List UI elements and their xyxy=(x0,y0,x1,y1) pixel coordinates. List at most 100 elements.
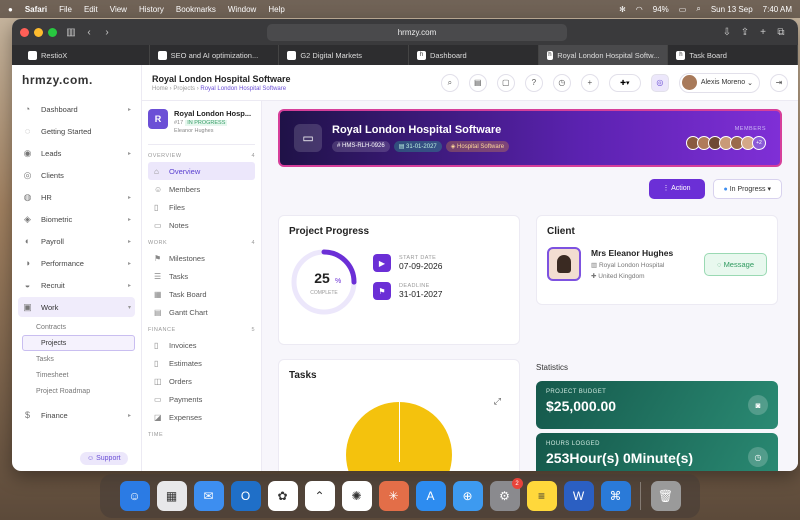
sidebar-item-clients[interactable]: ◎ Clients xyxy=(18,165,135,185)
sidebar-item-biometric[interactable]: ◈ Biometric ▸ xyxy=(18,209,135,229)
nav-notes[interactable]: ▭ Notes xyxy=(148,216,255,234)
battery-label[interactable]: 94% xyxy=(653,5,669,14)
notes-icon[interactable]: ≡ xyxy=(526,481,557,511)
project-id: #17 xyxy=(174,120,184,126)
sidebar-sub-tasks[interactable]: Tasks xyxy=(18,351,135,367)
calendar-icon[interactable]: ▤ xyxy=(468,73,487,92)
back-icon[interactable]: ‹ xyxy=(80,24,98,40)
mail-icon[interactable]: ✉ xyxy=(193,481,224,511)
nav-task-board[interactable]: ▦ Task Board xyxy=(148,285,255,303)
nav-tasks[interactable]: ☰ Tasks xyxy=(148,267,255,285)
zoom-window-button[interactable] xyxy=(48,27,57,37)
finder-icon[interactable]: ☺ xyxy=(119,481,150,511)
tab-task-board[interactable]: h Task Board xyxy=(668,45,798,65)
menu-app[interactable]: Safari xyxy=(25,5,47,14)
outlook-icon[interactable]: O xyxy=(230,481,261,511)
trash-icon[interactable]: 🗑 xyxy=(650,481,681,511)
expand-icon[interactable]: ⤢ xyxy=(494,396,501,407)
battery-icon[interactable]: ▭ xyxy=(679,5,687,14)
status-dropdown[interactable]: ● In Progress ▾ xyxy=(712,179,782,199)
menu-window[interactable]: Window xyxy=(228,5,256,14)
sidebar-sub-projects[interactable]: Projects xyxy=(22,335,135,351)
sidebar-item-payroll[interactable]: ◐ Payroll ▸ xyxy=(18,231,135,251)
tab-royal-london[interactable]: h Royal London Hospital Softw... xyxy=(538,45,669,65)
action-button[interactable]: ⋮ Action xyxy=(648,179,705,199)
menu-bookmarks[interactable]: Bookmarks xyxy=(176,5,216,14)
nav-gantt[interactable]: ▤ Gantt Chart xyxy=(148,303,255,321)
nav-orders[interactable]: ◫ Orders xyxy=(148,372,255,390)
support-button[interactable]: ☺ Support xyxy=(80,452,128,465)
wifi-icon[interactable]: ◠ xyxy=(636,5,643,14)
sidebar-item-performance[interactable]: ◑ Performance ▸ xyxy=(18,253,135,273)
control-icon[interactable]: ✻ xyxy=(619,5,626,14)
photos-icon[interactable]: ✿ xyxy=(267,481,298,511)
nav-overview[interactable]: ⌂ Overview xyxy=(148,162,255,180)
tab-dashboard[interactable]: h Dashboard xyxy=(409,45,539,65)
nav-files[interactable]: ▯ Files xyxy=(148,198,255,216)
nav-members[interactable]: ☺ Members xyxy=(148,180,255,198)
add-icon[interactable]: + xyxy=(580,73,599,92)
clickup-icon[interactable]: ⌃ xyxy=(304,481,335,511)
breadcrumb-projects[interactable]: Projects xyxy=(173,86,195,92)
settings-icon[interactable]: ⚙ 2 xyxy=(489,478,523,511)
address-bar[interactable]: hrmzy.com xyxy=(267,23,567,41)
close-window-button[interactable] xyxy=(20,27,29,37)
chevron-down-icon: ▾ xyxy=(127,304,131,311)
nav-invoices[interactable]: ▯ Invoices xyxy=(148,336,255,354)
ai-assistant-icon[interactable]: ◎ xyxy=(650,73,669,92)
download-icon[interactable]: ⇩ xyxy=(718,24,736,40)
logout-icon[interactable]: ⇥ xyxy=(770,73,788,92)
sidebar-toggle-icon[interactable]: ▥ xyxy=(62,24,80,40)
claude-icon[interactable]: ✳ xyxy=(378,481,409,511)
favicon-icon: h xyxy=(676,50,686,60)
logo[interactable]: hrmzy.com. xyxy=(18,71,135,99)
nav-estimates[interactable]: ▯ Estimates xyxy=(148,354,255,372)
members-group[interactable]: MEMBERS +2 xyxy=(686,126,766,150)
sidebar-sub-contracts[interactable]: Contracts xyxy=(18,319,135,335)
sticky-note-icon[interactable]: ▢ xyxy=(496,73,515,92)
progress-title: Project Progress xyxy=(289,226,370,237)
time-label[interactable]: 7:40 AM xyxy=(763,5,792,14)
sidebar-item-finance[interactable]: $ Finance ▸ xyxy=(18,405,135,425)
share-icon[interactable]: ⇪ xyxy=(736,24,754,40)
message-button[interactable]: ◌ Message xyxy=(704,252,767,276)
menu-history[interactable]: History xyxy=(139,5,164,14)
search-icon[interactable]: ⌕ xyxy=(696,4,700,14)
sidebar-item-leads[interactable]: ◉ Leads ▸ xyxy=(18,143,135,163)
nav-expenses[interactable]: ◪ Expenses xyxy=(148,408,255,426)
apple-menu-icon[interactable]: ● xyxy=(8,5,13,14)
menu-edit[interactable]: Edit xyxy=(84,5,98,14)
language-selector[interactable]: ✚ ▾ xyxy=(608,73,641,92)
tab-restiox[interactable]: RestioX xyxy=(20,45,150,65)
help-icon[interactable]: ? xyxy=(524,73,543,92)
sidebar-item-getting-started[interactable]: ◌ Getting Started xyxy=(18,121,135,141)
minimize-window-button[interactable] xyxy=(34,27,43,37)
user-menu[interactable]: Alexis Moreno ⌄ xyxy=(678,72,760,93)
sidebar-item-dashboard[interactable]: ◔ Dashboard ▸ xyxy=(18,99,135,119)
tab-seo[interactable]: SEO and AI optimization... xyxy=(150,45,280,65)
tab-g2[interactable]: G2 Digital Markets xyxy=(279,45,410,65)
search-icon[interactable]: ⌕ xyxy=(440,73,459,92)
word-icon[interactable]: W xyxy=(563,481,594,511)
chatgpt-icon[interactable]: ✺ xyxy=(341,481,372,511)
sidebar-item-work[interactable]: ▣ Work ▾ xyxy=(18,297,135,317)
appstore-icon[interactable]: A xyxy=(415,481,446,511)
menu-help[interactable]: Help xyxy=(268,5,284,14)
date-label[interactable]: Sun 13 Sep xyxy=(711,5,753,14)
new-tab-icon[interactable]: + xyxy=(754,24,772,40)
timer-icon[interactable]: ◷ xyxy=(552,73,571,92)
nav-milestones[interactable]: ⚑ Milestones xyxy=(148,249,255,267)
sidebar-sub-roadmap[interactable]: Project Roadmap xyxy=(18,383,135,399)
launchpad-icon[interactable]: ▦ xyxy=(156,481,187,511)
menu-view[interactable]: View xyxy=(110,5,127,14)
tab-overview-icon[interactable]: ⧉ xyxy=(772,24,790,40)
safari-icon[interactable]: ⊕ xyxy=(452,481,483,511)
sidebar-item-recruit[interactable]: ◒ Recruit ▸ xyxy=(18,275,135,295)
sidebar-sub-timesheet[interactable]: Timesheet xyxy=(18,367,135,383)
vscode-icon[interactable]: ⌘ xyxy=(600,481,631,511)
breadcrumb-home[interactable]: Home xyxy=(152,86,168,92)
forward-icon[interactable]: › xyxy=(98,24,116,40)
nav-payments[interactable]: ▭ Payments xyxy=(148,390,255,408)
sidebar-item-hr[interactable]: ◍ HR ▸ xyxy=(18,187,135,207)
menu-file[interactable]: File xyxy=(59,5,72,14)
